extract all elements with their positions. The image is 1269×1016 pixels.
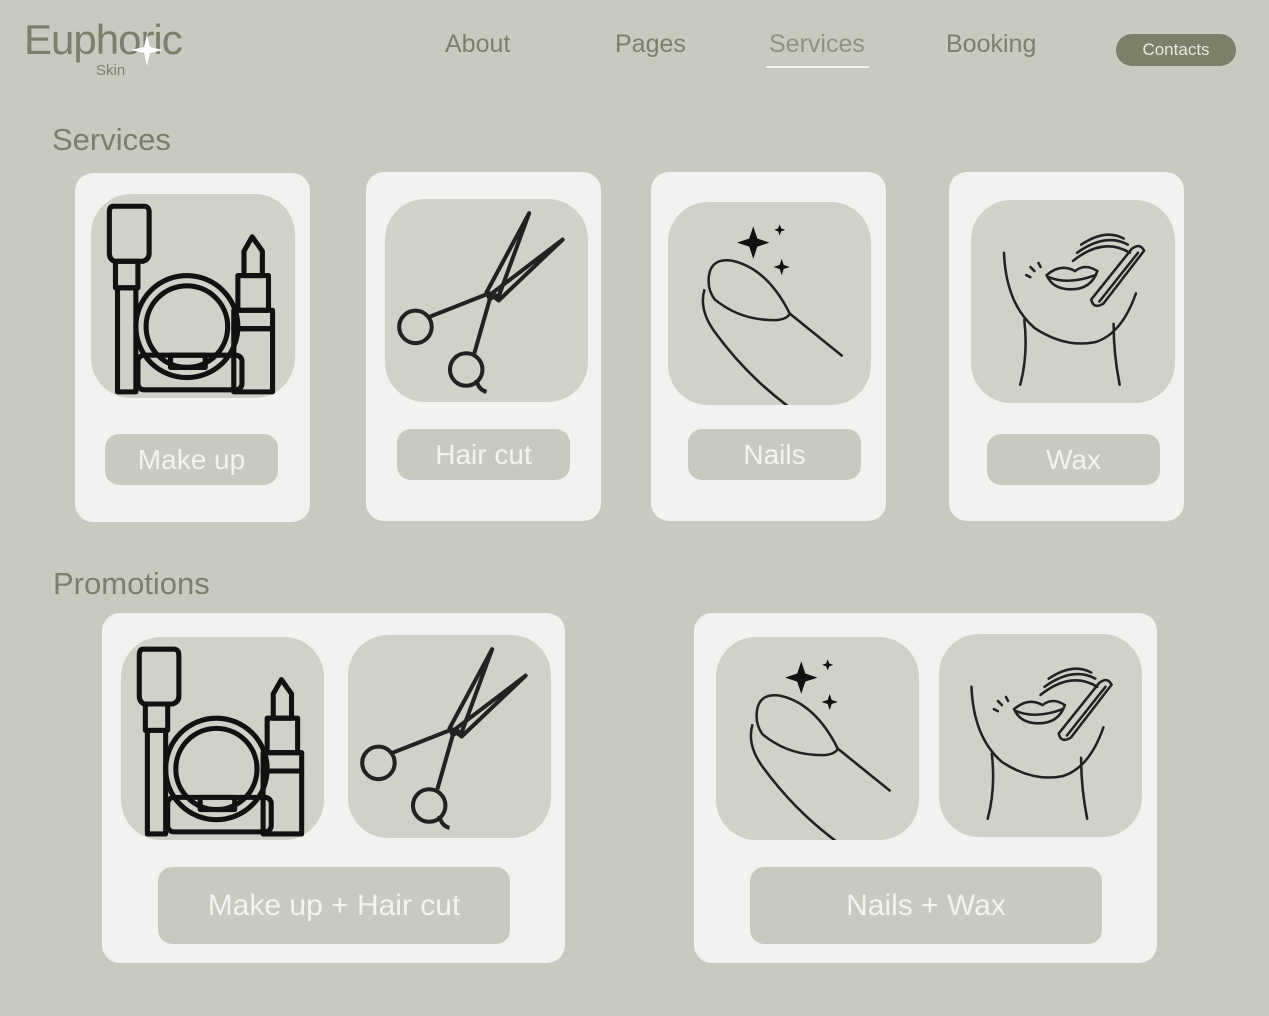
contacts-button[interactable]: Contacts [1116, 34, 1236, 66]
service-card-nails[interactable]: Nails [651, 172, 886, 521]
nav-booking[interactable]: Booking [946, 30, 1036, 59]
sparkle-icon [131, 34, 163, 66]
nav-services[interactable]: Services [769, 30, 865, 59]
makeup-icon [121, 637, 324, 840]
service-label-nails[interactable]: Nails [688, 429, 861, 480]
service-card-wax[interactable]: Wax [949, 172, 1184, 521]
makeup-icon [91, 194, 295, 398]
nail-icon [716, 637, 919, 840]
wax-icon [939, 634, 1142, 837]
nav-active-underline [766, 66, 869, 68]
service-label-makeup[interactable]: Make up [105, 434, 278, 485]
promo-card-nails-wax[interactable]: Nails + Wax [694, 613, 1157, 963]
service-label-haircut[interactable]: Hair cut [397, 429, 570, 480]
scissors-icon [348, 635, 551, 838]
services-heading: Services [52, 122, 171, 157]
service-card-haircut[interactable]: Hair cut [366, 172, 601, 521]
nav-pages[interactable]: Pages [615, 30, 686, 59]
service-label-wax[interactable]: Wax [987, 434, 1160, 485]
promo-label-makeup-haircut[interactable]: Make up + Hair cut [158, 867, 510, 944]
promotions-heading: Promotions [53, 566, 210, 601]
wax-icon [971, 200, 1175, 403]
service-card-makeup[interactable]: Make up [75, 173, 310, 522]
nail-icon [668, 202, 871, 405]
brand-subtitle: Skin [96, 62, 126, 79]
promo-label-nails-wax[interactable]: Nails + Wax [750, 867, 1102, 944]
promo-card-makeup-haircut[interactable]: Make up + Hair cut [102, 613, 565, 963]
brand-logo[interactable]: Euphoric Skin [24, 16, 204, 86]
scissors-icon [385, 199, 588, 402]
nav-about[interactable]: About [445, 30, 510, 59]
